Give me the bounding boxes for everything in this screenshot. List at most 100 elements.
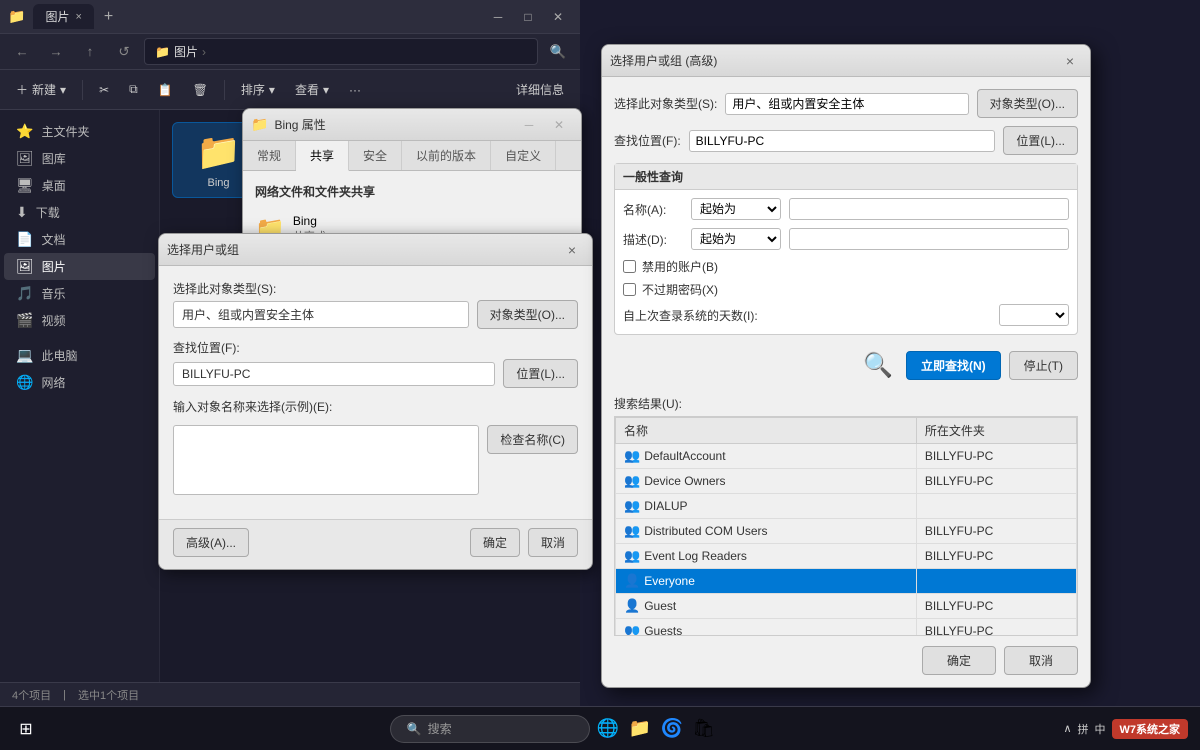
music-icon: 🎵 [16, 285, 33, 302]
adv-location-input[interactable] [689, 130, 996, 152]
table-row[interactable]: 👥DIALUP [616, 494, 1077, 519]
search-btn[interactable]: 🔍 [544, 38, 572, 66]
adv-noexpire-row: 不过期密码(X) [623, 281, 1069, 298]
taskbar-icon-files[interactable]: 📁 [626, 715, 654, 743]
taskbar-search[interactable]: 🔍 搜索 [390, 715, 590, 743]
forward-btn[interactable]: → [42, 38, 70, 66]
result-icon: 👥 [624, 548, 640, 563]
taskbar-icon-store[interactable]: 🛍 [690, 715, 718, 743]
adv-close-btn[interactable]: × [1058, 49, 1082, 73]
taskbar-ime[interactable]: 拼 [1078, 721, 1089, 737]
object-type-btn[interactable]: 对象类型(O)... [477, 300, 578, 329]
taskbar-icon-earth[interactable]: 🌐 [594, 715, 622, 743]
sidebar-item-downloads[interactable]: ⬇ 下载 [4, 199, 155, 226]
sidebar-item-thispc[interactable]: 💻 此电脑 [4, 342, 155, 369]
sidebar-item-music[interactable]: 🎵 音乐 [4, 280, 155, 307]
tab-security[interactable]: 安全 [349, 141, 402, 170]
adv-desc-select[interactable]: 起始为 [691, 228, 781, 250]
maximize-btn[interactable]: □ [514, 3, 542, 31]
table-row[interactable]: 👥DefaultAccountBILLYFU-PC [616, 444, 1077, 469]
adv-name-input[interactable] [789, 198, 1069, 220]
sort-btn[interactable]: 排序 ▾ [233, 77, 283, 102]
table-row[interactable]: 👤GuestBILLYFU-PC [616, 594, 1077, 619]
bing-dialog-close[interactable]: ✕ [545, 111, 573, 139]
result-location-cell: BILLYFU-PC [916, 469, 1076, 494]
user-input-area[interactable] [173, 425, 479, 495]
address-path[interactable]: 📁 图片 › [144, 38, 538, 65]
result-location-cell: BILLYFU-PC [916, 519, 1076, 544]
back-btn[interactable]: ← [8, 38, 36, 66]
sidebar-label-downloads: 下载 [36, 204, 60, 221]
result-icon: 👥 [624, 498, 640, 513]
explorer-tab[interactable]: 图片 × [33, 4, 93, 29]
sidebar-item-gallery[interactable]: 🖼 图库 [4, 145, 155, 172]
details-btn[interactable]: 详细信息 [508, 77, 572, 102]
start-btn[interactable]: ⊞ [8, 711, 44, 747]
more-btn[interactable]: ··· [341, 79, 369, 101]
view-btn[interactable]: 查看 ▾ [287, 77, 337, 102]
bing-dialog-minimize[interactable]: ─ [515, 111, 543, 139]
result-name-cell: 👥Device Owners [616, 469, 917, 494]
adv-disabled-row: 禁用的账户(B) [623, 258, 1069, 275]
select-user-close-btn[interactable]: × [560, 238, 584, 262]
sidebar-label-home: 主文件夹 [41, 123, 89, 140]
sidebar-item-videos[interactable]: 🎬 视频 [4, 307, 155, 334]
table-row[interactable]: 👥GuestsBILLYFU-PC [616, 619, 1077, 637]
su-cancel-btn[interactable]: 取消 [528, 528, 578, 557]
result-name-cell: 👤Guest [616, 594, 917, 619]
toolbar-sep2 [224, 80, 225, 100]
adv-stop-btn[interactable]: 停止(T) [1009, 351, 1078, 380]
tab-close-btn[interactable]: × [75, 11, 81, 23]
disabled-checkbox[interactable] [623, 260, 636, 273]
table-row[interactable]: 👤Everyone [616, 569, 1077, 594]
general-search-header: 一般性查询 [615, 164, 1077, 190]
minimize-btn[interactable]: ─ [484, 3, 512, 31]
refresh-btn[interactable]: ↺ [110, 38, 138, 66]
tab-share[interactable]: 共享 [296, 141, 349, 171]
adv-search-btn[interactable]: 立即查找(N) [906, 351, 1001, 380]
paste-btn[interactable]: 📋 [150, 79, 181, 101]
table-row[interactable]: 👥Device OwnersBILLYFU-PC [616, 469, 1077, 494]
network-icon: 🌐 [16, 374, 33, 391]
results-container[interactable]: 名称 所在文件夹 👥DefaultAccountBILLYFU-PC👥Devic… [614, 416, 1078, 636]
sidebar-item-docs[interactable]: 📄 文档 [4, 226, 155, 253]
new-btn[interactable]: ＋ 新建 ▾ [8, 77, 74, 102]
adv-name-select[interactable]: 起始为 [691, 198, 781, 220]
view-chevron-icon: ▾ [323, 83, 329, 97]
input-label: 输入对象名称来选择(示例)(E): [173, 398, 578, 415]
sidebar-item-pictures[interactable]: 🖼 图片 [4, 253, 155, 280]
advanced-btn[interactable]: 高级(A)... [173, 528, 249, 557]
cut-btn[interactable]: ✂ [91, 79, 117, 101]
col-name-header: 名称 [616, 418, 917, 444]
tab-custom[interactable]: 自定义 [491, 141, 556, 170]
check-names-btn[interactable]: 检查名称(C) [487, 425, 578, 454]
adv-object-type-input[interactable] [725, 93, 968, 115]
adv-ok-btn[interactable]: 确定 [922, 646, 996, 675]
table-row[interactable]: 👥Distributed COM UsersBILLYFU-PC [616, 519, 1077, 544]
table-row[interactable]: 👥Event Log ReadersBILLYFU-PC [616, 544, 1077, 569]
adv-location-btn[interactable]: 位置(L)... [1003, 126, 1078, 155]
adv-name-label: 名称(A): [623, 201, 683, 218]
tab-previous[interactable]: 以前的版本 [402, 141, 491, 170]
result-name-cell: 👥DefaultAccount [616, 444, 917, 469]
su-ok-btn[interactable]: 确定 [470, 528, 520, 557]
noexpire-checkbox[interactable] [623, 283, 636, 296]
new-tab-btn[interactable]: + [98, 8, 119, 26]
delete-btn[interactable]: 🗑 [185, 79, 216, 101]
adv-days-select[interactable] [999, 304, 1069, 326]
adv-object-type-btn[interactable]: 对象类型(O)... [977, 89, 1078, 118]
sidebar-item-network[interactable]: 🌐 网络 [4, 369, 155, 396]
taskbar-icon-browser[interactable]: 🌀 [658, 715, 686, 743]
up-btn[interactable]: ↑ [76, 38, 104, 66]
sidebar-item-desktop[interactable]: 🖥 桌面 [4, 172, 155, 199]
videos-icon: 🎬 [16, 312, 33, 329]
close-btn[interactable]: ✕ [544, 3, 572, 31]
adv-cancel-btn[interactable]: 取消 [1004, 646, 1078, 675]
copy-btn[interactable]: ⧉ [121, 78, 146, 101]
taskbar-lang[interactable]: 中 [1095, 721, 1106, 737]
adv-desc-input[interactable] [789, 228, 1069, 250]
location-btn[interactable]: 位置(L)... [503, 359, 578, 388]
tab-general[interactable]: 常规 [243, 141, 296, 170]
sidebar-item-home[interactable]: ⭐ 主文件夹 [4, 118, 155, 145]
advanced-select-dialog: 选择用户或组 (高级) × 选择此对象类型(S): 对象类型(O)... 查找位… [601, 44, 1091, 688]
